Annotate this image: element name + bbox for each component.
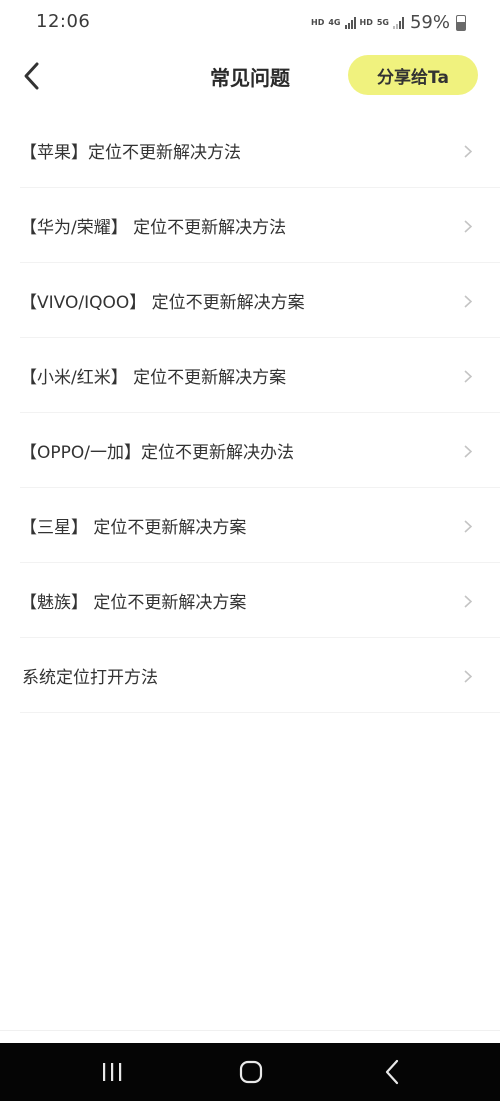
faq-item-label: 【小米/红米】 定位不更新解决方案	[20, 368, 287, 388]
faq-item-meizu[interactable]: 【魅族】 定位不更新解决方案	[0, 563, 500, 638]
battery-percent: 59%	[409, 12, 450, 33]
chevron-right-icon	[464, 369, 472, 383]
faq-item-label: 系统定位打开方法	[22, 668, 158, 688]
chevron-right-icon	[464, 219, 472, 233]
network-type-label-2: 5G	[376, 18, 389, 27]
signal-icon	[344, 16, 356, 29]
faq-item-label: 【VIVO/IQOO】 定位不更新解决方案	[20, 293, 305, 313]
status-time: 12:06	[36, 11, 91, 32]
status-icons: HD 4G HD 5G 59%	[311, 12, 466, 33]
faq-item-huawei[interactable]: 【华为/荣耀】 定位不更新解决方法	[0, 188, 500, 263]
screen: 12:06 HD 4G HD 5G 59% 常见问题 分享给Ta 【苹果】定位不…	[0, 0, 500, 1101]
home-icon	[239, 1060, 263, 1084]
share-button[interactable]: 分享给Ta	[348, 55, 478, 95]
battery-icon	[456, 14, 466, 31]
hd-badge: HD	[311, 18, 325, 27]
chevron-right-icon	[464, 519, 472, 533]
status-bar: 12:06 HD 4G HD 5G 59%	[0, 0, 500, 44]
system-nav-bar	[0, 1043, 500, 1101]
signal-icon-2	[392, 16, 404, 29]
hd-badge-2: HD	[359, 18, 373, 27]
faq-item-xiaomi[interactable]: 【小米/红米】 定位不更新解决方案	[0, 338, 500, 413]
chevron-right-icon	[464, 294, 472, 308]
back-icon	[385, 1059, 399, 1085]
faq-item-label: 【魅族】 定位不更新解决方案	[20, 593, 247, 613]
faq-item-oppo[interactable]: 【OPPO/一加】定位不更新解决办法	[0, 413, 500, 488]
chevron-right-icon	[464, 144, 472, 158]
home-button[interactable]	[211, 1043, 291, 1101]
recents-icon	[103, 1063, 122, 1081]
faq-item-system-location[interactable]: 系统定位打开方法	[0, 638, 500, 713]
chevron-right-icon	[464, 669, 472, 683]
faq-item-label: 【华为/荣耀】 定位不更新解决方法	[20, 218, 287, 238]
faq-item-label: 【苹果】定位不更新解决方法	[20, 143, 241, 163]
faq-list: 【苹果】定位不更新解决方法 【华为/荣耀】 定位不更新解决方法 【VIVO/IQ…	[0, 113, 500, 713]
faq-item-samsung[interactable]: 【三星】 定位不更新解决方案	[0, 488, 500, 563]
header: 常见问题 分享给Ta	[0, 44, 500, 108]
chevron-right-icon	[464, 444, 472, 458]
faq-item-vivo[interactable]: 【VIVO/IQOO】 定位不更新解决方案	[0, 263, 500, 338]
faq-item-label: 【OPPO/一加】定位不更新解决办法	[20, 443, 294, 463]
nav-back-button[interactable]	[352, 1043, 432, 1101]
chevron-right-icon	[464, 594, 472, 608]
faq-item-label: 【三星】 定位不更新解决方案	[20, 518, 247, 538]
faq-item-apple[interactable]: 【苹果】定位不更新解决方法	[0, 113, 500, 188]
divider	[0, 1030, 500, 1031]
network-type-label: 4G	[328, 18, 341, 27]
recents-button[interactable]	[72, 1043, 152, 1101]
